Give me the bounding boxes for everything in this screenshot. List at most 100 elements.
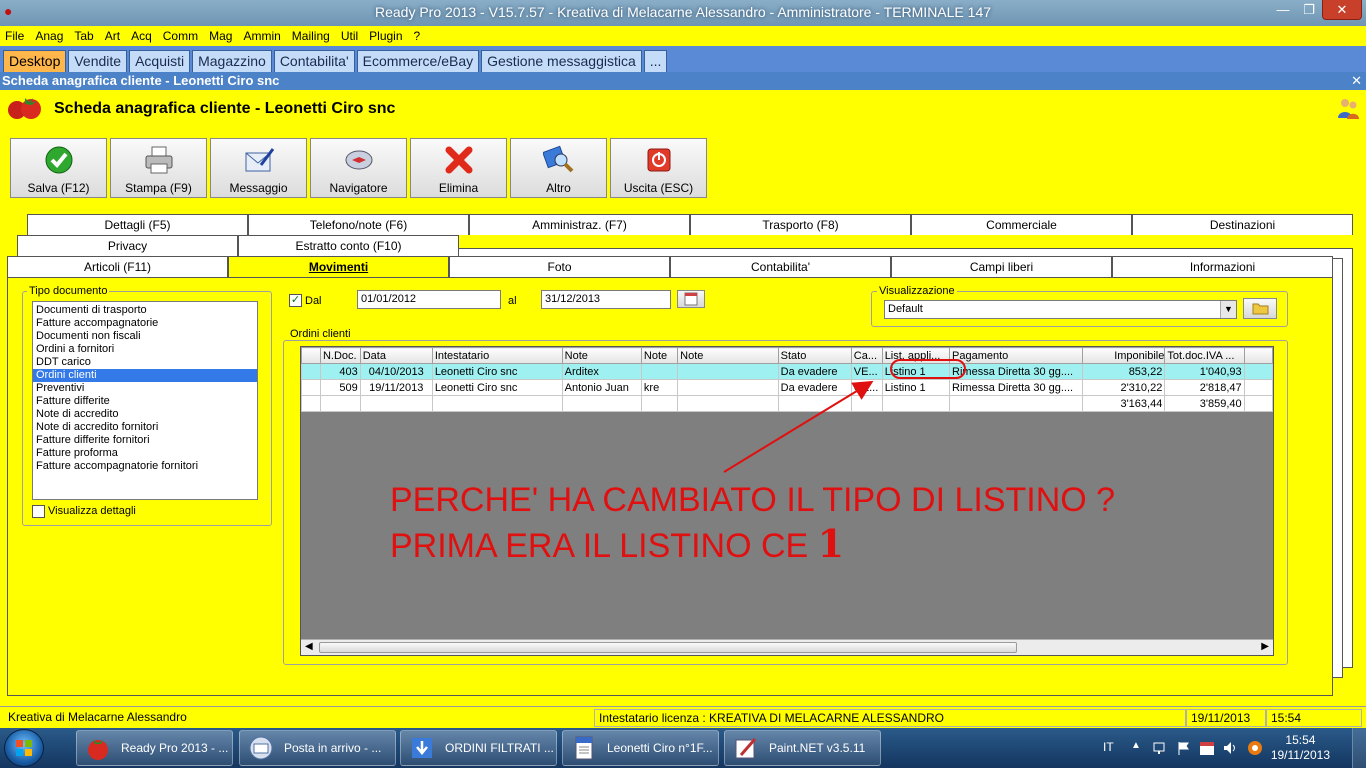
users-icon[interactable] [1336,96,1360,120]
document-type-list[interactable]: Documenti di trasporto Fatture accompagn… [32,301,258,500]
col-intestatario[interactable]: Intestatario [431,347,563,364]
date-from-field[interactable]: 01/01/2012 [357,290,501,309]
scroll-right-icon[interactable]: ▶ [1261,641,1269,652]
tab-ecommerce[interactable]: Ecommerce/eBay [356,50,480,72]
tab-more[interactable]: ... [643,50,668,72]
list-item[interactable]: Fatture differite fornitori [33,434,257,447]
tab-privacy[interactable]: Privacy [17,235,238,256]
list-item[interactable]: Note di accredito [33,408,257,421]
menu-plugin[interactable]: Plugin [369,29,402,43]
col-data[interactable]: Data [359,347,433,364]
show-desktop-button[interactable] [1352,728,1366,768]
table-row[interactable]: 403 04/10/2013 Leonetti Ciro snc Arditex… [301,363,1274,380]
tab-commerciale[interactable]: Commerciale [911,214,1132,235]
print-button[interactable]: Stampa (F9) [110,138,207,198]
col-note-2[interactable]: Note [640,347,679,364]
tab-movimenti[interactable]: Movimenti [228,256,449,277]
list-item[interactable]: DDT carico [33,356,257,369]
tab-contabilita-cliente[interactable]: Contabilita' [670,256,891,277]
tab-articoli[interactable]: Articoli (F11) [7,256,228,277]
network-icon[interactable] [1153,740,1169,756]
row-selector[interactable] [301,363,321,380]
list-item[interactable]: Note di accredito fornitori [33,421,257,434]
row-selector[interactable] [301,379,321,396]
volume-icon[interactable] [1222,740,1238,756]
col-ndoc[interactable]: N.Doc. [319,347,361,364]
tab-foto[interactable]: Foto [449,256,670,277]
list-item-selected[interactable]: Ordini clienti [33,369,257,382]
tab-informazioni[interactable]: Informazioni [1112,256,1333,277]
taskbar-item-paintnet[interactable]: Paint.NET v3.5.11 [724,730,881,766]
dal-checkbox[interactable]: ✓ [289,294,302,307]
tab-desktop[interactable]: Desktop [3,50,67,72]
list-item[interactable]: Documenti non fiscali [33,330,257,343]
tab-estratto-conto[interactable]: Estratto conto (F10) [238,235,459,256]
table-row[interactable]: 509 19/11/2013 Leonetti Ciro snc Antonio… [301,379,1274,396]
list-item[interactable]: Fatture proforma [33,447,257,460]
chevron-down-icon[interactable]: ▼ [1220,301,1236,318]
navigator-button[interactable]: Navigatore [310,138,407,198]
close-window-button[interactable]: ✕ [1322,0,1362,20]
tab-trasporto[interactable]: Trasporto (F8) [690,214,911,235]
list-item[interactable]: Ordini a fornitori [33,343,257,356]
taskbar-item-ordini[interactable]: ORDINI FILTRATI ... [400,730,557,766]
message-button[interactable]: Messaggio [210,138,307,198]
calendar-tray-icon[interactable] [1199,740,1215,756]
menu-acq[interactable]: Acq [131,29,152,43]
col-pagamento[interactable]: Pagamento [949,347,1083,364]
date-to-field[interactable]: 31/12/2013 [541,290,671,309]
tray-expand-icon[interactable]: ▲ [1131,740,1141,751]
list-item[interactable]: Fatture differite [33,395,257,408]
exit-button[interactable]: Uscita (ESC) [610,138,707,198]
start-button[interactable] [4,729,44,767]
other-button[interactable]: Altro [510,138,607,198]
tab-messaggistica[interactable]: Gestione messaggistica [481,50,642,72]
flag-icon[interactable] [1176,740,1192,756]
close-form-icon[interactable]: ✕ [1351,72,1362,89]
taskbar-item-readypro[interactable]: Ready Pro 2013 - ... [76,730,233,766]
col-note-3[interactable]: Note [677,347,779,364]
menu-mailing[interactable]: Mailing [292,29,330,43]
folder-button[interactable] [1243,298,1277,319]
tab-campi-liberi[interactable]: Campi liberi [891,256,1112,277]
visualizza-dettagli-checkbox[interactable] [32,505,45,518]
language-indicator[interactable]: IT [1103,740,1114,754]
menu-ammin[interactable]: Ammin [243,29,280,43]
tab-acquisti[interactable]: Acquisti [129,50,191,72]
menu-util[interactable]: Util [341,29,358,43]
menu-mag[interactable]: Mag [209,29,232,43]
tab-destinazioni[interactable]: Destinazioni [1132,214,1353,235]
scroll-left-icon[interactable]: ◀ [305,641,313,652]
list-item[interactable]: Fatture accompagnatorie fornitori [33,460,257,473]
tab-magazzino[interactable]: Magazzino [192,50,272,72]
view-select[interactable]: Default ▼ [884,300,1237,319]
horizontal-scrollbar[interactable]: ◀ ▶ [301,639,1273,655]
list-item[interactable]: Fatture accompagnatorie [33,317,257,330]
menu-comm[interactable]: Comm [163,29,198,43]
taskbar-item-document[interactable]: Leonetti Ciro n°1F... [562,730,719,766]
col-totale[interactable]: Tot.doc.IVA ... [1164,347,1245,364]
tab-amministrazione[interactable]: Amministraz. (F7) [469,214,690,235]
list-item[interactable]: Documenti di trasporto [33,304,257,317]
menu-file[interactable]: File [5,29,24,43]
delete-button[interactable]: Elimina [410,138,507,198]
menu-anag[interactable]: Anag [35,29,63,43]
calendar-button[interactable] [677,290,705,308]
scrollbar-thumb[interactable] [319,642,1017,653]
tab-contabilita[interactable]: Contabilita' [273,50,355,72]
menu-help[interactable]: ? [414,29,421,43]
save-button[interactable]: Salva (F12) [10,138,107,198]
taskbar-item-mail[interactable]: Posta in arrivo - ... [239,730,396,766]
tab-vendite[interactable]: Vendite [68,50,128,72]
col-causale[interactable]: Ca... [850,347,883,364]
tab-dettagli[interactable]: Dettagli (F5) [27,214,248,235]
tab-telefono-note[interactable]: Telefono/note (F6) [248,214,469,235]
menu-tab[interactable]: Tab [74,29,93,43]
update-icon[interactable] [1247,740,1263,756]
minimize-button[interactable]: — [1270,0,1296,20]
list-item[interactable]: Preventivi [33,382,257,395]
maximize-button[interactable]: ❐ [1296,0,1322,20]
col-imponibile[interactable]: Imponibile [1081,347,1166,364]
taskbar-clock[interactable]: 15:54 19/11/2013 [1271,733,1330,763]
col-stato[interactable]: Stato [777,347,852,364]
